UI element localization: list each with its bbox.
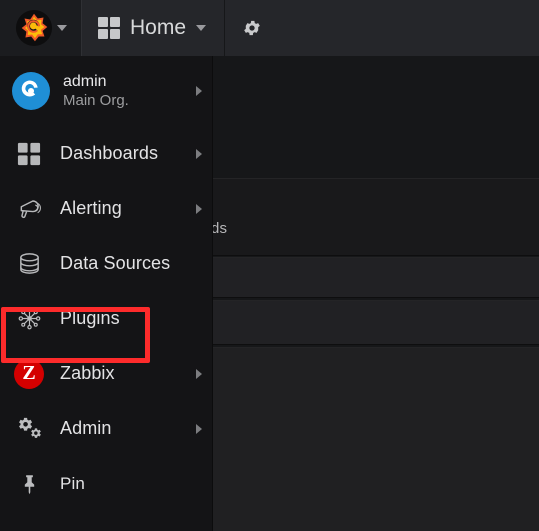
grafana-logo <box>15 9 53 47</box>
background-panel-row <box>213 178 539 256</box>
sidebar-item-user-admin[interactable]: admin Main Org. <box>0 56 212 126</box>
nav-home-label: Home <box>130 16 187 39</box>
sidebar-item-label: Dashboards <box>60 143 159 163</box>
caret-right-icon <box>196 203 202 214</box>
sidebar-item-label: Pin <box>60 474 85 493</box>
zabbix-logo-letter: Z <box>14 358 44 389</box>
caret-down-icon <box>196 25 207 31</box>
pin-icon <box>12 473 46 496</box>
sidebar-item-alerting[interactable]: Alerting <box>0 181 212 236</box>
side-menu-dropdown: admin Main Org. Dashboards Alerting Data… <box>0 56 213 531</box>
top-navbar: Home <box>0 0 539 56</box>
app-root: ds Home admin Main Org. Dashboards Alert… <box>0 0 539 531</box>
sidebar-item-zabbix[interactable]: Z Zabbix <box>0 346 212 401</box>
background-panel-row <box>213 347 539 531</box>
sidebar-item-label: Plugins <box>60 308 120 328</box>
user-org: Main Org. <box>63 91 129 109</box>
sidebar-item-dashboards[interactable]: Dashboards <box>0 126 212 181</box>
bullhorn-icon <box>12 196 46 221</box>
background-panel-row <box>213 257 539 298</box>
sidebar-item-data-sources[interactable]: Data Sources <box>0 236 212 291</box>
sidebar-item-label: Alerting <box>60 198 122 218</box>
cogs-icon <box>12 416 46 441</box>
plugins-icon <box>12 306 46 331</box>
avatar <box>12 72 50 110</box>
sidebar-item-admin[interactable]: Admin <box>0 401 212 456</box>
sidebar-item-plugins[interactable]: Plugins <box>0 291 212 346</box>
sidebar-item-label: Data Sources <box>60 253 171 273</box>
database-icon <box>12 251 46 276</box>
caret-right-icon <box>196 368 202 379</box>
caret-right-icon <box>196 423 202 434</box>
background-partial-text: ds <box>211 220 228 237</box>
grid-icon <box>98 17 120 39</box>
topbar-empty-space <box>279 0 539 56</box>
user-name: admin <box>63 72 107 90</box>
gear-icon <box>242 18 262 38</box>
caret-right-icon <box>196 148 202 159</box>
dashboards-icon <box>12 142 46 166</box>
nav-home-button[interactable]: Home <box>82 0 226 56</box>
zabbix-icon: Z <box>12 358 46 389</box>
sidebar-item-pin[interactable]: Pin <box>0 456 212 512</box>
caret-right-icon <box>196 86 202 96</box>
background-panel-row <box>213 300 539 345</box>
grafana-brand-button[interactable] <box>0 0 82 56</box>
settings-button[interactable] <box>225 0 279 56</box>
chevron-down-icon <box>56 25 67 31</box>
sidebar-item-label: Zabbix <box>60 363 115 383</box>
sidebar-item-label: Admin <box>60 418 112 438</box>
